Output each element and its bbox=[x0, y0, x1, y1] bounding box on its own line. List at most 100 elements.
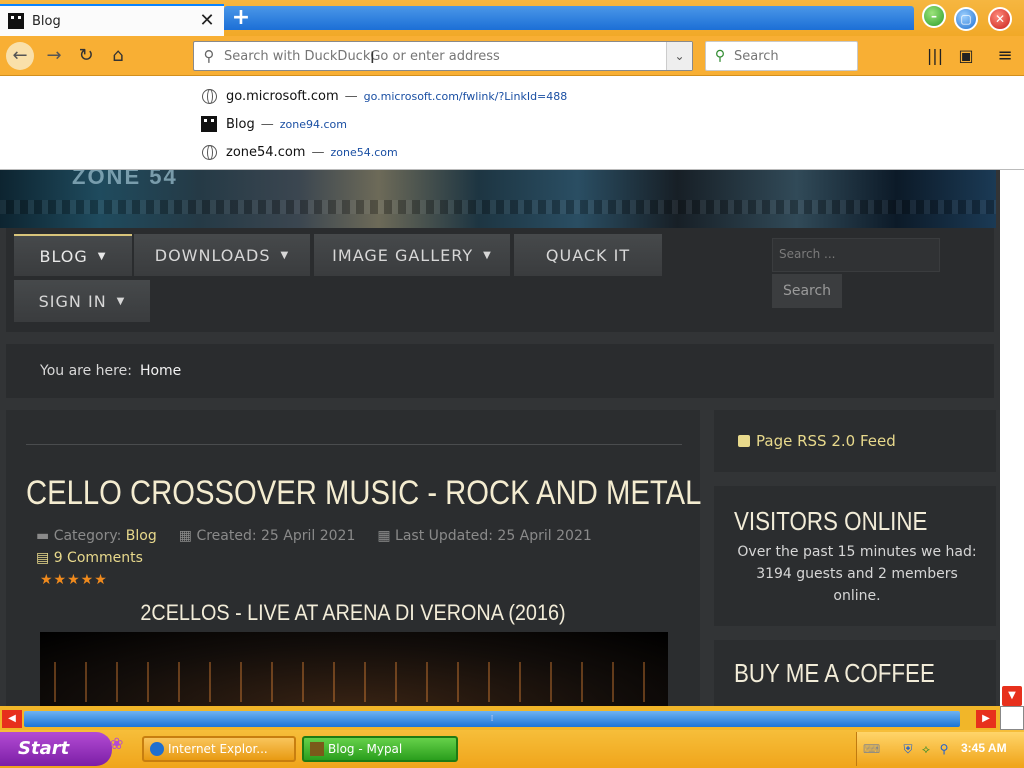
search-bar[interactable]: ⚲ bbox=[705, 41, 858, 71]
site-search-input[interactable]: Search ... bbox=[772, 238, 940, 272]
autocomplete-item[interactable]: zone54.com — zone54.com bbox=[200, 139, 398, 165]
comments-link[interactable]: ▤ 9 Comments bbox=[36, 550, 143, 566]
clock[interactable]: 3:45 AM bbox=[961, 741, 1007, 755]
scroll-corner bbox=[1000, 706, 1024, 730]
scroll-right-button[interactable]: ▶ bbox=[976, 710, 996, 728]
tab-title: Blog bbox=[32, 13, 61, 29]
menu-label: SIGN IN bbox=[38, 291, 107, 311]
task-label: Blog - Mypal bbox=[328, 742, 403, 756]
minimize-button[interactable]: – bbox=[922, 4, 946, 28]
close-tab-icon[interactable]: ✕ bbox=[196, 10, 218, 32]
web-page: ZONE 54 BLOG ▼ DOWNLOADS ▼ IMAGE GALLERY ▼ … bbox=[0, 170, 1000, 706]
article-subheading: 2CELLOS - LIVE AT ARENA DI VERONA (2016) bbox=[140, 600, 566, 625]
site-menu: BLOG ▼ DOWNLOADS ▼ IMAGE GALLERY ▼ QUACK IT… bbox=[6, 228, 994, 332]
forward-button[interactable]: → bbox=[40, 42, 68, 70]
visitors-text: Over the past 15 minutes we had: 3194 gu… bbox=[737, 544, 977, 604]
menu-blog[interactable]: BLOG ▼ bbox=[14, 234, 132, 276]
caret-down-icon: ▼ bbox=[97, 250, 107, 262]
reload-button[interactable]: ↻ bbox=[72, 42, 100, 70]
separator: — bbox=[311, 144, 325, 160]
taskbar-item-internet-explorer[interactable]: Internet Explor... bbox=[142, 736, 296, 762]
close-window-button[interactable]: ✕ bbox=[988, 7, 1012, 31]
scroll-thumb[interactable]: ⁞ bbox=[24, 711, 960, 727]
caret-down-icon: ▼ bbox=[116, 295, 126, 307]
autocomplete-item[interactable]: Blog — zone94.com bbox=[200, 111, 347, 137]
menu-label: IMAGE GALLERY bbox=[332, 245, 474, 265]
navigation-toolbar: ← → ↻ ⌂ ⚲ ⌄ ⚲ ||| ▣ ≡ bbox=[0, 36, 1024, 76]
back-button[interactable]: ← bbox=[6, 42, 34, 70]
globe-icon bbox=[200, 143, 218, 161]
search-tray-icon[interactable]: ⚲ bbox=[937, 742, 951, 756]
autocomplete-title: Blog bbox=[226, 116, 255, 132]
address-bar[interactable]: ⚲ ⌄ bbox=[193, 41, 693, 71]
search-input[interactable] bbox=[734, 48, 857, 64]
search-icon: ⚲ bbox=[203, 47, 215, 65]
task-label: Internet Explor... bbox=[168, 742, 268, 756]
url-input[interactable] bbox=[224, 48, 666, 64]
shield-icon[interactable]: ⛨ bbox=[901, 742, 915, 756]
search-engine-icon: ⚲ bbox=[714, 48, 726, 64]
updated-date: ▦ Last Updated: 25 April 2021 bbox=[377, 528, 592, 544]
menu-icon[interactable]: ≡ bbox=[992, 44, 1018, 68]
autocomplete-url: zone54.com bbox=[330, 145, 398, 159]
new-tab-button[interactable]: + bbox=[230, 7, 252, 29]
site-logo[interactable]: ZONE 54 bbox=[72, 170, 178, 190]
menu-sign-in[interactable]: SIGN IN ▼ bbox=[14, 280, 150, 322]
sidebar-icon[interactable]: ▣ bbox=[953, 44, 979, 68]
screen: { "browser": { "tab": {"title": "Blog", … bbox=[0, 0, 1024, 768]
site-search-button[interactable]: Search bbox=[772, 274, 842, 308]
tab-bar: Blog ✕ + – ▢ ✕ bbox=[0, 0, 1024, 36]
keyboard-icon[interactable]: ⌨ bbox=[863, 742, 880, 756]
coffee-widget: BUY ME A COFFEE bbox=[714, 640, 996, 706]
scroll-down-button[interactable]: ▼ bbox=[1002, 686, 1022, 706]
visitors-widget: VISITORS ONLINE Over the past 15 minutes… bbox=[714, 486, 996, 626]
url-dropdown-button[interactable]: ⌄ bbox=[666, 42, 692, 70]
menu-image-gallery[interactable]: IMAGE GALLERY ▼ bbox=[314, 234, 510, 276]
horizontal-scrollbar[interactable]: ◀ ⁞ ▶ bbox=[0, 706, 1024, 730]
autocomplete-title: zone54.com bbox=[226, 144, 306, 160]
rss-widget: Page RSS 2.0 Feed bbox=[714, 410, 996, 472]
breadcrumb-label: You are here: bbox=[40, 363, 132, 379]
start-button[interactable]: Start bbox=[0, 732, 112, 766]
site-favicon-icon bbox=[200, 115, 218, 133]
network-icon[interactable]: ⟡ bbox=[919, 742, 933, 756]
divider bbox=[26, 444, 682, 445]
home-button[interactable]: ⌂ bbox=[104, 42, 132, 70]
site-banner: ZONE 54 bbox=[0, 170, 996, 228]
menu-downloads[interactable]: DOWNLOADS ▼ bbox=[134, 234, 310, 276]
autocomplete-dropdown: go.microsoft.com — go.microsoft.com/fwli… bbox=[0, 76, 1024, 170]
scroll-left-button[interactable]: ◀ bbox=[2, 710, 22, 728]
caret-down-icon: ▼ bbox=[483, 249, 492, 261]
created-date: ▦ Created: 25 April 2021 bbox=[178, 528, 356, 544]
start-decoration: ❀ bbox=[110, 734, 124, 753]
vertical-scrollbar[interactable] bbox=[1000, 170, 1024, 706]
autocomplete-item[interactable]: go.microsoft.com — go.microsoft.com/fwli… bbox=[200, 83, 567, 109]
autocomplete-url: zone94.com bbox=[279, 117, 347, 131]
visitors-title: VISITORS ONLINE bbox=[734, 506, 928, 536]
category-link[interactable]: Blog bbox=[126, 528, 157, 544]
tab-blog[interactable]: Blog ✕ bbox=[0, 4, 224, 36]
menu-label: DOWNLOADS bbox=[154, 245, 271, 265]
separator: — bbox=[344, 88, 358, 104]
article: CELLO CROSSOVER MUSIC - ROCK AND METAL ▬… bbox=[6, 410, 702, 706]
autocomplete-url: go.microsoft.com/fwlink/?LinkId=488 bbox=[363, 89, 568, 103]
taskbar: Start ❀ Internet Explor... Blog - Mypal … bbox=[0, 730, 1024, 768]
caret-down-icon: ▼ bbox=[280, 249, 290, 261]
taskbar-item-blog[interactable]: Blog - Mypal bbox=[302, 736, 458, 762]
window-controls: – ▢ ✕ bbox=[914, 0, 1024, 36]
text-cursor-icon: I bbox=[370, 48, 375, 67]
menu-label: QUACK IT bbox=[545, 245, 631, 265]
article-meta: ▬ Category: Blog ▦ Created: 25 April 202… bbox=[36, 528, 592, 544]
category-meta: ▬ Category: Blog bbox=[36, 528, 157, 544]
rating-stars[interactable]: ★★★★★ bbox=[40, 572, 108, 588]
rss-link[interactable]: Page RSS 2.0 Feed bbox=[756, 432, 896, 450]
maximize-button[interactable]: ▢ bbox=[954, 7, 978, 31]
library-icon[interactable]: ||| bbox=[922, 44, 948, 68]
menu-label: BLOG bbox=[39, 246, 88, 266]
breadcrumb-home[interactable]: Home bbox=[140, 363, 181, 379]
system-tray: ⌨ ⛨ ⟡ ⚲ 3:45 AM bbox=[856, 732, 1024, 766]
article-title: CELLO CROSSOVER MUSIC - ROCK AND METAL bbox=[26, 474, 702, 512]
coffee-title: BUY ME A COFFEE bbox=[734, 658, 935, 688]
menu-quack-it[interactable]: QUACK IT bbox=[514, 234, 662, 276]
video-player[interactable] bbox=[40, 632, 668, 706]
